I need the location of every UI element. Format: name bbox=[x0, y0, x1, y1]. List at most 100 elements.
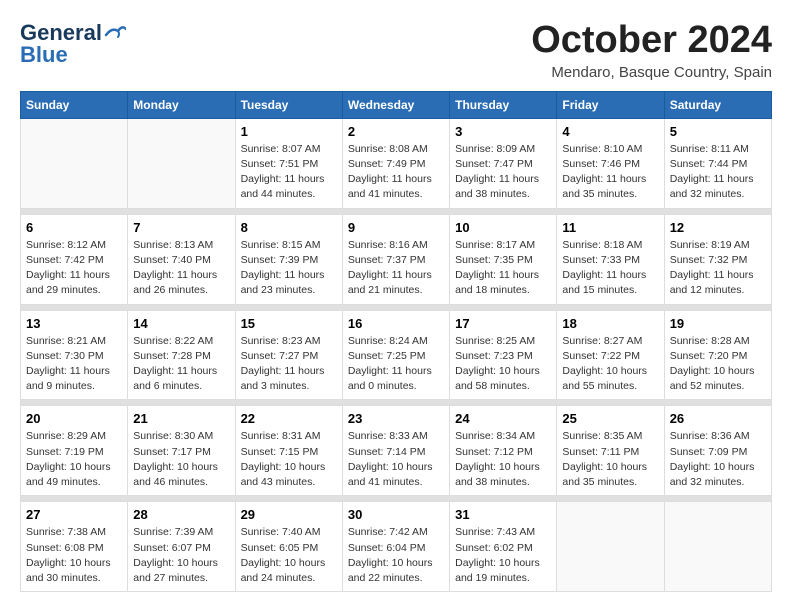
day-info: Sunrise: 8:22 AMSunset: 7:28 PMDaylight:… bbox=[133, 334, 229, 395]
calendar-cell bbox=[664, 502, 771, 592]
day-info: Sunrise: 8:30 AMSunset: 7:17 PMDaylight:… bbox=[133, 429, 229, 490]
calendar-cell: 31 Sunrise: 7:43 AMSunset: 6:02 PMDayligh… bbox=[450, 502, 557, 592]
calendar-cell: 4Sunrise: 8:10 AMSunset: 7:46 PMDaylight… bbox=[557, 118, 664, 208]
calendar-cell bbox=[128, 118, 235, 208]
day-info: Sunrise: 8:19 AMSunset: 7:32 PMDaylight:… bbox=[670, 238, 766, 299]
calendar-cell: 18Sunrise: 8:27 AMSunset: 7:22 PMDayligh… bbox=[557, 310, 664, 400]
day-number: 2 bbox=[348, 124, 444, 139]
day-number: 25 bbox=[562, 411, 658, 426]
day-info: Sunrise: 8:16 AMSunset: 7:37 PMDaylight:… bbox=[348, 238, 444, 299]
day-info: Sunrise: 8:21 AMSunset: 7:30 PMDaylight:… bbox=[26, 334, 122, 395]
day-info: Sunrise: 8:12 AMSunset: 7:42 PMDaylight:… bbox=[26, 238, 122, 299]
calendar-cell: 3Sunrise: 8:09 AMSunset: 7:47 PMDaylight… bbox=[450, 118, 557, 208]
day-info: Sunrise: 8:29 AMSunset: 7:19 PMDaylight:… bbox=[26, 429, 122, 490]
day-info: Sunrise: 8:11 AMSunset: 7:44 PMDaylight:… bbox=[670, 142, 766, 203]
day-number: 30 bbox=[348, 507, 444, 522]
day-info: Sunrise: 8:34 AMSunset: 7:12 PMDaylight:… bbox=[455, 429, 551, 490]
day-info: Sunrise: 7:42 AMSunset: 6:04 PMDaylight:… bbox=[348, 525, 444, 586]
day-number: 16 bbox=[348, 316, 444, 331]
day-info: Sunrise: 8:35 AMSunset: 7:11 PMDaylight:… bbox=[562, 429, 658, 490]
calendar-cell: 5 Sunrise: 8:11 AMSunset: 7:44 PMDaylight… bbox=[664, 118, 771, 208]
day-number: 11 bbox=[562, 220, 658, 235]
calendar-cell: 27 Sunrise: 7:38 AMSunset: 6:08 PMDayligh… bbox=[21, 502, 128, 592]
day-info: Sunrise: 8:24 AMSunset: 7:25 PMDaylight:… bbox=[348, 334, 444, 395]
calendar-cell: 25 Sunrise: 8:35 AMSunset: 7:11 PMDayligh… bbox=[557, 406, 664, 496]
calendar-cell: 13 Sunrise: 8:21 AMSunset: 7:30 PMDayligh… bbox=[21, 310, 128, 400]
day-number: 13 bbox=[26, 316, 122, 331]
day-info: Sunrise: 7:43 AMSunset: 6:02 PMDaylight:… bbox=[455, 525, 551, 586]
calendar-cell: 6 Sunrise: 8:12 AMSunset: 7:42 PMDaylight… bbox=[21, 214, 128, 304]
day-info: Sunrise: 8:17 AMSunset: 7:35 PMDaylight:… bbox=[455, 238, 551, 299]
calendar-cell: 1Sunrise: 8:07 AMSunset: 7:51 PMDaylight… bbox=[235, 118, 342, 208]
day-number: 10 bbox=[455, 220, 551, 235]
day-number: 28 bbox=[133, 507, 229, 522]
page-header: General Blue October 2024 Mendaro, Basqu… bbox=[20, 20, 772, 81]
day-info: Sunrise: 8:23 AMSunset: 7:27 PMDaylight:… bbox=[241, 334, 337, 395]
day-info: Sunrise: 8:09 AMSunset: 7:47 PMDaylight:… bbox=[455, 142, 551, 203]
calendar-cell: 30 Sunrise: 7:42 AMSunset: 6:04 PMDayligh… bbox=[342, 502, 449, 592]
header-monday: Monday bbox=[128, 91, 235, 118]
day-number: 17 bbox=[455, 316, 551, 331]
calendar-cell: 8 Sunrise: 8:15 AMSunset: 7:39 PMDaylight… bbox=[235, 214, 342, 304]
calendar-table: SundayMondayTuesdayWednesdayThursdayFrid… bbox=[20, 91, 772, 592]
day-number: 31 bbox=[455, 507, 551, 522]
header-saturday: Saturday bbox=[664, 91, 771, 118]
day-number: 1 bbox=[241, 124, 337, 139]
day-number: 5 bbox=[670, 124, 766, 139]
calendar-cell bbox=[21, 118, 128, 208]
day-info: Sunrise: 8:31 AMSunset: 7:15 PMDaylight:… bbox=[241, 429, 337, 490]
calendar-week-row: 6 Sunrise: 8:12 AMSunset: 7:42 PMDaylight… bbox=[21, 214, 772, 304]
day-info: Sunrise: 7:39 AMSunset: 6:07 PMDaylight:… bbox=[133, 525, 229, 586]
day-number: 15 bbox=[241, 316, 337, 331]
calendar-week-row: 13 Sunrise: 8:21 AMSunset: 7:30 PMDayligh… bbox=[21, 310, 772, 400]
day-number: 20 bbox=[26, 411, 122, 426]
day-number: 19 bbox=[670, 316, 766, 331]
calendar-cell: 28 Sunrise: 7:39 AMSunset: 6:07 PMDayligh… bbox=[128, 502, 235, 592]
day-number: 27 bbox=[26, 507, 122, 522]
day-number: 23 bbox=[348, 411, 444, 426]
month-title: October 2024 bbox=[531, 20, 772, 62]
header-wednesday: Wednesday bbox=[342, 91, 449, 118]
day-info: Sunrise: 8:18 AMSunset: 7:33 PMDaylight:… bbox=[562, 238, 658, 299]
logo: General Blue bbox=[20, 20, 126, 68]
day-number: 21 bbox=[133, 411, 229, 426]
day-info: Sunrise: 8:28 AMSunset: 7:20 PMDaylight:… bbox=[670, 334, 766, 395]
day-number: 29 bbox=[241, 507, 337, 522]
day-info: Sunrise: 8:13 AMSunset: 7:40 PMDaylight:… bbox=[133, 238, 229, 299]
day-number: 24 bbox=[455, 411, 551, 426]
calendar-cell: 12 Sunrise: 8:19 AMSunset: 7:32 PMDayligh… bbox=[664, 214, 771, 304]
calendar-cell: 17 Sunrise: 8:25 AMSunset: 7:23 PMDayligh… bbox=[450, 310, 557, 400]
calendar-cell: 19 Sunrise: 8:28 AMSunset: 7:20 PMDayligh… bbox=[664, 310, 771, 400]
calendar-week-row: 27 Sunrise: 7:38 AMSunset: 6:08 PMDayligh… bbox=[21, 502, 772, 592]
calendar-cell: 2 Sunrise: 8:08 AMSunset: 7:49 PMDaylight… bbox=[342, 118, 449, 208]
day-number: 26 bbox=[670, 411, 766, 426]
title-section: October 2024 Mendaro, Basque Country, Sp… bbox=[531, 20, 772, 81]
calendar-cell bbox=[557, 502, 664, 592]
header-thursday: Thursday bbox=[450, 91, 557, 118]
calendar-body: 1Sunrise: 8:07 AMSunset: 7:51 PMDaylight… bbox=[21, 118, 772, 591]
header-friday: Friday bbox=[557, 91, 664, 118]
day-info: Sunrise: 7:40 AMSunset: 6:05 PMDaylight:… bbox=[241, 525, 337, 586]
day-number: 18 bbox=[562, 316, 658, 331]
day-info: Sunrise: 8:36 AMSunset: 7:09 PMDaylight:… bbox=[670, 429, 766, 490]
calendar-cell: 9Sunrise: 8:16 AMSunset: 7:37 PMDaylight… bbox=[342, 214, 449, 304]
day-number: 6 bbox=[26, 220, 122, 235]
day-info: Sunrise: 7:38 AMSunset: 6:08 PMDaylight:… bbox=[26, 525, 122, 586]
header-sunday: Sunday bbox=[21, 91, 128, 118]
day-number: 7 bbox=[133, 220, 229, 235]
day-number: 22 bbox=[241, 411, 337, 426]
day-info: Sunrise: 8:15 AMSunset: 7:39 PMDaylight:… bbox=[241, 238, 337, 299]
calendar-week-row: 1Sunrise: 8:07 AMSunset: 7:51 PMDaylight… bbox=[21, 118, 772, 208]
day-info: Sunrise: 8:25 AMSunset: 7:23 PMDaylight:… bbox=[455, 334, 551, 395]
calendar-cell: 24 Sunrise: 8:34 AMSunset: 7:12 PMDayligh… bbox=[450, 406, 557, 496]
calendar-cell: 16 Sunrise: 8:24 AMSunset: 7:25 PMDayligh… bbox=[342, 310, 449, 400]
calendar-cell: 10 Sunrise: 8:17 AMSunset: 7:35 PMDayligh… bbox=[450, 214, 557, 304]
calendar-cell: 20 Sunrise: 8:29 AMSunset: 7:19 PMDayligh… bbox=[21, 406, 128, 496]
day-number: 8 bbox=[241, 220, 337, 235]
calendar-week-row: 20 Sunrise: 8:29 AMSunset: 7:19 PMDayligh… bbox=[21, 406, 772, 496]
day-info: Sunrise: 8:08 AMSunset: 7:49 PMDaylight:… bbox=[348, 142, 444, 203]
day-number: 4 bbox=[562, 124, 658, 139]
calendar-cell: 15 Sunrise: 8:23 AMSunset: 7:27 PMDayligh… bbox=[235, 310, 342, 400]
day-number: 14 bbox=[133, 316, 229, 331]
day-number: 12 bbox=[670, 220, 766, 235]
